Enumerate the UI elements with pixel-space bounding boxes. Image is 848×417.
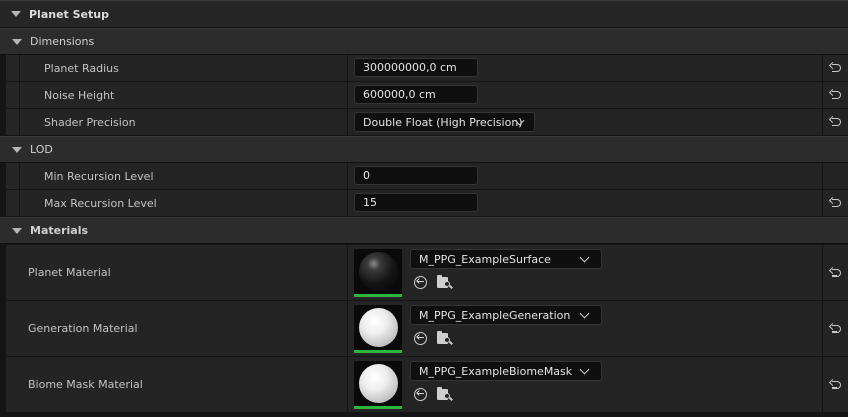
property-label: Max Recursion Level (20, 190, 347, 216)
chevron-down-icon (12, 38, 22, 45)
property-row-shader-precision: Shader Precision Double Float (High Prec… (6, 109, 848, 135)
reset-to-default-button[interactable] (823, 245, 848, 300)
property-label: Planet Material (6, 245, 347, 300)
category-title: Dimensions (30, 35, 95, 48)
planet-radius-input[interactable]: 300000000,0 cm (354, 58, 478, 77)
chevron-down-icon (579, 364, 590, 375)
category-lod[interactable]: LOD (0, 136, 848, 163)
category-dimensions[interactable]: Dimensions (0, 28, 848, 55)
reset-to-default-button[interactable] (823, 82, 848, 108)
asset-name: M_PPG_ExampleGeneration (419, 308, 571, 322)
material-thumbnail[interactable] (354, 305, 402, 353)
generation-material-picker[interactable]: M_PPG_ExampleGeneration (410, 305, 602, 325)
reset-to-default-icon (828, 115, 842, 127)
property-label: Min Recursion Level (20, 163, 347, 189)
min-recursion-input[interactable]: 0 (354, 166, 478, 185)
reset-to-default-icon (828, 61, 842, 73)
reset-to-default-button[interactable] (823, 357, 848, 412)
reset-to-default-icon (828, 322, 842, 334)
browse-to-asset-icon[interactable] (437, 331, 453, 345)
property-row-biome-mask-material: Biome Mask Material M_PPG_ExampleBiomeMa… (6, 357, 848, 412)
reset-to-default-button[interactable] (823, 301, 848, 356)
use-selected-asset-icon[interactable] (414, 331, 427, 345)
sphere-preview (359, 308, 398, 347)
category-planet-setup[interactable]: Planet Setup (0, 0, 848, 28)
chevron-down-icon (11, 11, 21, 17)
shader-precision-dropdown[interactable]: Double Float (High Precision) (354, 112, 535, 132)
reset-to-default-icon (828, 378, 842, 390)
planet-material-picker[interactable]: M_PPG_ExampleSurface (410, 249, 602, 269)
browse-to-asset-icon[interactable] (437, 275, 453, 289)
sphere-preview (359, 252, 398, 291)
property-row-planet-radius: Planet Radius 300000000,0 cm (6, 55, 848, 81)
reset-to-default-icon (828, 88, 842, 100)
use-selected-asset-icon[interactable] (414, 275, 427, 289)
max-recursion-input[interactable]: 15 (354, 193, 478, 212)
chevron-down-icon (12, 227, 22, 234)
reset-to-default-button[interactable] (823, 190, 848, 216)
material-thumbnail[interactable] (354, 361, 402, 409)
dropdown-value: Double Float (High Precision) (363, 115, 523, 129)
property-row-noise-height: Noise Height 600000,0 cm (6, 82, 848, 108)
use-selected-asset-icon[interactable] (414, 387, 427, 401)
property-label: Generation Material (6, 301, 347, 356)
asset-name: M_PPG_ExampleBiomeMask (419, 364, 573, 378)
reset-to-default-icon (828, 196, 842, 208)
property-row-min-recursion: Min Recursion Level 0 (6, 163, 848, 189)
chevron-down-icon (12, 146, 22, 153)
noise-height-input[interactable]: 600000,0 cm (354, 85, 478, 104)
biome-mask-material-picker[interactable]: M_PPG_ExampleBiomeMask (410, 361, 602, 381)
reset-to-default-button[interactable] (823, 55, 848, 81)
asset-name: M_PPG_ExampleSurface (419, 252, 551, 266)
sphere-preview (359, 364, 398, 403)
property-row-planet-material: Planet Material M_PPG_ExampleSurface (6, 245, 848, 300)
chevron-down-icon (579, 308, 590, 319)
property-label: Biome Mask Material (6, 357, 347, 412)
property-row-max-recursion: Max Recursion Level 15 (6, 190, 848, 216)
property-label: Shader Precision (20, 109, 347, 135)
reset-to-default-icon (828, 266, 842, 278)
material-thumbnail[interactable] (354, 249, 402, 297)
category-materials[interactable]: Materials (0, 217, 848, 244)
reset-to-default-button[interactable] (823, 109, 848, 135)
property-row-generation-material: Generation Material M_PPG_ExampleGenerat… (6, 301, 848, 356)
category-title: Materials (30, 224, 89, 237)
category-title: LOD (30, 143, 53, 156)
property-label: Noise Height (20, 82, 347, 108)
property-label: Planet Radius (20, 55, 347, 81)
category-title: Planet Setup (29, 7, 109, 21)
browse-to-asset-icon[interactable] (437, 387, 453, 401)
chevron-down-icon (579, 252, 590, 263)
